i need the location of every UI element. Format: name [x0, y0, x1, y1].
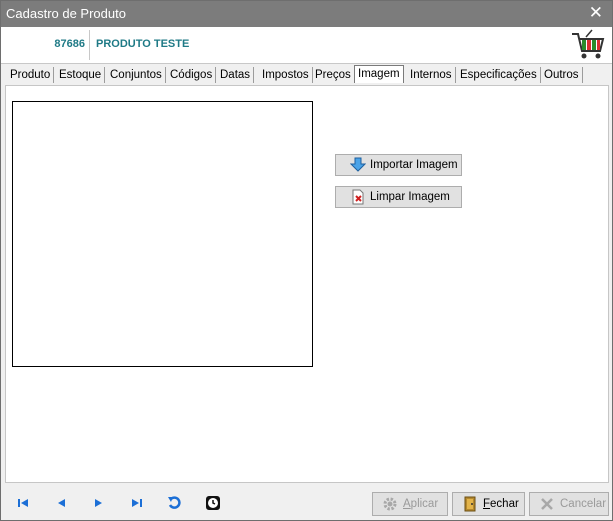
import-image-label: Importar Imagem: [370, 159, 458, 171]
title-bar[interactable]: Cadastro de Produto ✕: [1, 1, 612, 27]
cancel-button[interactable]: Cancelar: [529, 492, 609, 516]
import-image-button[interactable]: Importar Imagem: [335, 154, 462, 176]
delete-document-icon: [352, 189, 364, 205]
tab-internos[interactable]: Internos: [407, 67, 456, 83]
refresh-icon[interactable]: [166, 494, 184, 512]
cancel-x-icon: [541, 498, 553, 510]
tab-impostos[interactable]: Impostos: [259, 67, 313, 83]
clear-image-button[interactable]: Limpar Imagem: [335, 186, 462, 208]
history-icon[interactable]: [204, 494, 222, 512]
first-record-icon[interactable]: [14, 494, 32, 512]
next-record-icon[interactable]: [90, 494, 108, 512]
shopping-cart-icon: [572, 29, 605, 59]
window-title: Cadastro de Produto: [6, 6, 126, 21]
product-image-preview[interactable]: [12, 101, 313, 367]
tab-imagem[interactable]: Imagem: [354, 65, 404, 83]
close-window-button[interactable]: Fechar: [452, 492, 525, 516]
gear-icon: [383, 497, 397, 511]
previous-record-icon[interactable]: [52, 494, 70, 512]
tab-precos[interactable]: Preços: [312, 67, 355, 83]
tab-estoque[interactable]: Estoque: [56, 67, 106, 83]
arrow-down-icon: [350, 157, 366, 172]
tab-outros[interactable]: Outros: [541, 67, 583, 83]
tab-codigos[interactable]: Códigos: [167, 67, 217, 83]
close-label: Fechar: [483, 498, 519, 510]
exit-door-icon: [464, 496, 476, 512]
product-window: Cadastro de Produto ✕ 87686 PRODUTO TEST…: [0, 0, 613, 521]
tab-datas[interactable]: Datas: [217, 67, 255, 83]
product-name: PRODUTO TESTE: [96, 38, 190, 50]
product-header: 87686 PRODUTO TESTE: [1, 27, 612, 64]
tab-conjuntos[interactable]: Conjuntos: [107, 67, 166, 83]
last-record-icon[interactable]: [128, 494, 146, 512]
cancel-label: Cancelar: [560, 498, 607, 510]
image-tab-panel: Importar Imagem Limpar Imagem: [5, 85, 609, 483]
header-divider: [89, 30, 90, 60]
apply-label: Aplicar: [403, 498, 439, 510]
product-code: 87686: [54, 38, 85, 50]
clear-image-label: Limpar Imagem: [370, 191, 450, 203]
close-icon[interactable]: ✕: [589, 4, 603, 22]
tab-especificacoes[interactable]: Especificações: [457, 67, 541, 83]
apply-button[interactable]: Aplicar: [372, 492, 448, 516]
tab-produto[interactable]: Produto: [7, 67, 55, 83]
